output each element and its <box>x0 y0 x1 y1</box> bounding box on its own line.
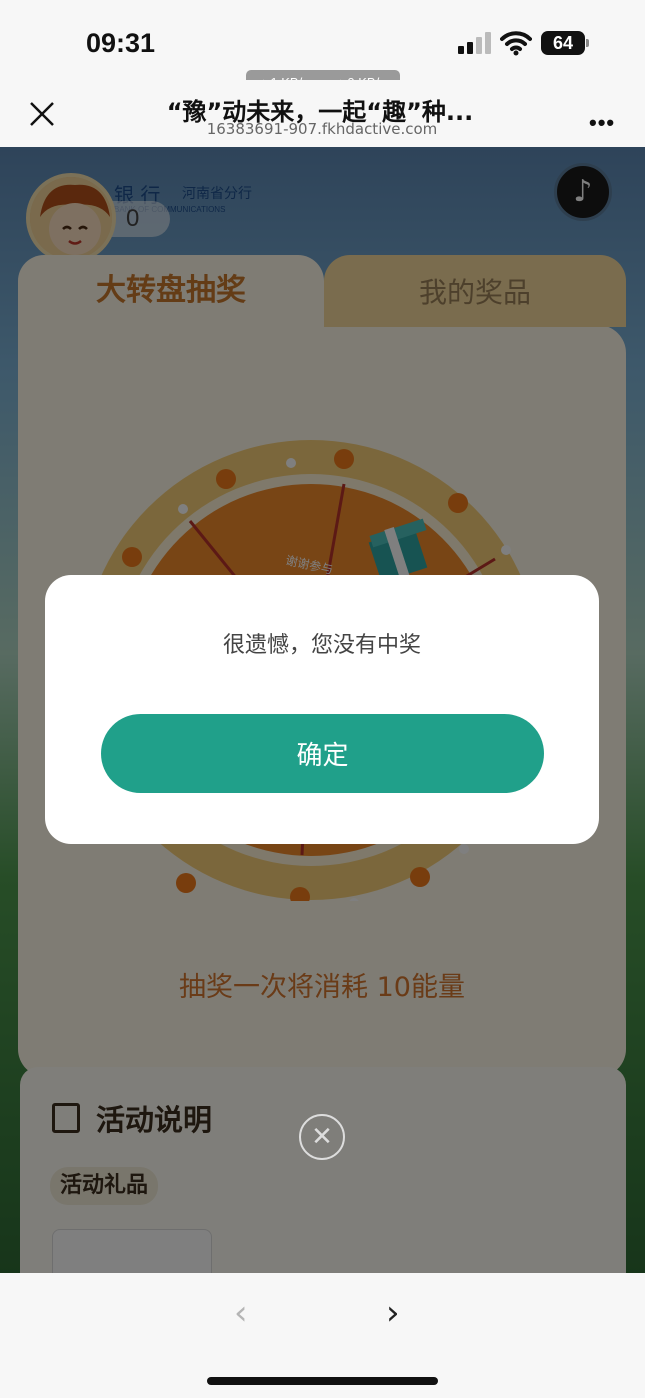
browser-bottom-bar: ‹ › <box>0 1273 645 1398</box>
battery-icon: 64 <box>541 31 589 55</box>
status-bar: 09:31 64 <box>0 0 645 80</box>
close-icon[interactable] <box>28 100 56 128</box>
result-dialog: 很遗憾，您没有中奖 确定 <box>45 575 599 844</box>
page-url: 16383691-907.fkhdactive.com <box>206 120 438 138</box>
result-message: 很遗憾，您没有中奖 <box>222 633 421 658</box>
home-indicator[interactable] <box>207 1377 438 1385</box>
wifi-icon <box>500 31 532 56</box>
cellular-signal-icon <box>458 32 492 54</box>
status-time: 09:31 <box>86 28 156 58</box>
battery-level: 64 <box>541 31 585 55</box>
confirm-button[interactable]: 确定 <box>101 714 544 793</box>
overlay-close-button[interactable]: ✕ <box>299 1114 345 1160</box>
forward-chevron-icon[interactable]: › <box>386 1293 410 1333</box>
back-chevron-icon[interactable]: ‹ <box>234 1293 258 1333</box>
browser-nav-bar: “豫”动未来，一起“趣”种... 16383691-907.fkhdactive… <box>0 80 645 148</box>
more-options-button[interactable]: ••• <box>589 110 615 136</box>
